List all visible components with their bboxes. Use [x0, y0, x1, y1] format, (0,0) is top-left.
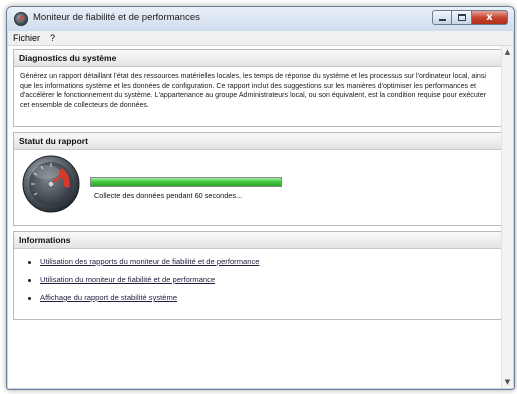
gauge-icon — [14, 12, 28, 26]
window-controls: x — [432, 10, 508, 25]
list-item: Affichage du rapport de stabilité systèm… — [26, 293, 501, 311]
report-status-section: Statut du rapport Collecte des données p… — [13, 132, 502, 226]
list-item: Utilisation des rapports du moniteur de … — [26, 257, 501, 275]
minimize-button[interactable] — [432, 10, 452, 25]
menu-bar: Fichier ? — [8, 31, 513, 46]
maximize-icon — [457, 14, 466, 21]
informations-section: Informations Utilisation des rapports du… — [13, 231, 502, 320]
link-stability-report[interactable]: Affichage du rapport de stabilité systèm… — [40, 293, 177, 302]
maximize-button[interactable] — [452, 10, 472, 25]
main-window: Moniteur de fiabilité et de performances… — [6, 6, 515, 390]
progress-bar — [90, 177, 282, 187]
scroll-down-icon[interactable]: ▼ — [502, 376, 513, 388]
info-links-list: Utilisation des rapports du moniteur de … — [14, 249, 501, 311]
window-title: Moniteur de fiabilité et de performances — [33, 12, 200, 23]
status-text: Collecte des données pendant 60 secondes… — [94, 191, 243, 200]
vertical-scrollbar[interactable]: ▲ ▼ — [501, 46, 513, 388]
minimize-icon — [438, 19, 446, 21]
progress-fill — [91, 178, 281, 186]
scroll-up-icon[interactable]: ▲ — [502, 46, 513, 58]
speedometer-icon — [22, 155, 80, 213]
link-reports-usage[interactable]: Utilisation des rapports du moniteur de … — [40, 257, 260, 266]
informations-header: Informations — [14, 232, 501, 249]
diagnostics-description: Générez un rapport détaillant l'état des… — [20, 72, 487, 110]
report-status-header: Statut du rapport — [14, 133, 501, 150]
menu-item-help[interactable]: ? — [45, 33, 60, 43]
list-item: Utilisation du moniteur de fiabilité et … — [26, 275, 501, 293]
diagnostics-header: Diagnostics du système — [14, 50, 501, 67]
link-monitor-usage[interactable]: Utilisation du moniteur de fiabilité et … — [40, 275, 215, 284]
close-icon: x — [486, 12, 493, 23]
diagnostics-section: Diagnostics du système Générez un rappor… — [13, 49, 502, 127]
menu-item-fichier[interactable]: Fichier — [8, 33, 45, 43]
close-button[interactable]: x — [472, 10, 508, 25]
title-bar[interactable]: Moniteur de fiabilité et de performances… — [7, 7, 514, 31]
content-area: Diagnostics du système Générez un rappor… — [8, 46, 513, 388]
